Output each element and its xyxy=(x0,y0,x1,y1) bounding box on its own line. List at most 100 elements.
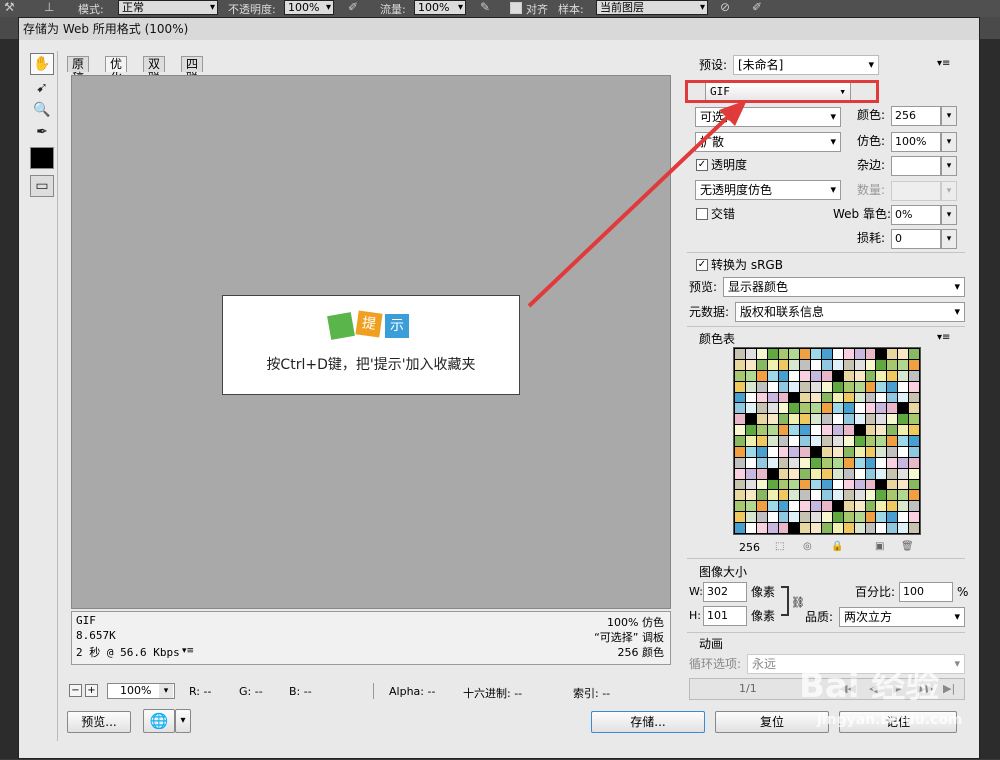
color-swatch[interactable] xyxy=(745,436,756,446)
color-swatch[interactable] xyxy=(854,479,865,490)
width-input[interactable]: 302 xyxy=(703,582,747,602)
color-swatch[interactable] xyxy=(811,479,822,490)
color-swatch[interactable] xyxy=(876,512,887,523)
color-swatch[interactable] xyxy=(822,349,832,359)
color-swatch[interactable] xyxy=(909,359,919,370)
color-swatch[interactable] xyxy=(735,414,745,425)
color-swatch[interactable] xyxy=(898,446,909,457)
web-snap-spin-icon[interactable]: ▾ xyxy=(941,205,957,225)
color-swatch[interactable] xyxy=(800,370,811,381)
color-swatch[interactable] xyxy=(843,457,854,468)
browser-select-arrow-icon[interactable]: ▾ xyxy=(175,709,191,733)
color-swatch[interactable] xyxy=(767,425,778,435)
color-swatch[interactable] xyxy=(811,436,822,446)
color-swatch[interactable] xyxy=(789,501,800,512)
height-input[interactable]: 101 xyxy=(703,606,747,626)
color-swatch[interactable] xyxy=(800,403,811,414)
color-swatch[interactable] xyxy=(756,414,767,425)
color-swatch[interactable] xyxy=(854,523,865,533)
color-swatch[interactable] xyxy=(832,349,843,359)
color-swatch[interactable] xyxy=(735,501,745,512)
color-swatch[interactable] xyxy=(767,512,778,523)
color-swatch[interactable] xyxy=(909,392,919,403)
color-swatch[interactable] xyxy=(778,392,789,403)
color-swatch[interactable] xyxy=(745,349,756,359)
color-swatch[interactable] xyxy=(822,425,832,435)
color-swatch[interactable] xyxy=(843,425,854,435)
slice-select-tool-icon[interactable]: ➹ xyxy=(30,77,54,99)
last-frame-icon[interactable]: ▶| xyxy=(943,682,955,695)
color-swatch[interactable] xyxy=(800,392,811,403)
color-swatch[interactable] xyxy=(767,359,778,370)
color-swatch[interactable] xyxy=(789,403,800,414)
color-table-menu-icon[interactable]: ▾≡ xyxy=(937,332,950,343)
preset-menu-icon[interactable]: ▾≡ xyxy=(937,58,950,69)
color-swatch[interactable] xyxy=(767,501,778,512)
color-swatch[interactable] xyxy=(832,490,843,501)
color-swatch[interactable] xyxy=(854,370,865,381)
color-swatch[interactable] xyxy=(811,457,822,468)
color-swatch[interactable] xyxy=(756,392,767,403)
color-swatch[interactable] xyxy=(778,436,789,446)
color-swatch[interactable] xyxy=(822,370,832,381)
color-swatch[interactable] xyxy=(843,403,854,414)
color-swatch[interactable] xyxy=(854,349,865,359)
color-swatch[interactable] xyxy=(800,468,811,479)
color-swatch[interactable] xyxy=(898,381,909,392)
color-swatch[interactable] xyxy=(756,501,767,512)
color-swatch[interactable] xyxy=(865,512,876,523)
color-swatch[interactable] xyxy=(887,446,898,457)
lock-color-icon[interactable]: 🔒 xyxy=(831,541,843,552)
color-swatch[interactable] xyxy=(735,446,745,457)
ignore-adjustment-icon[interactable]: ⊘ xyxy=(720,0,730,14)
color-swatch[interactable] xyxy=(865,425,876,435)
flow-select[interactable]: 100% xyxy=(414,0,466,15)
zoom-tool-icon[interactable]: 🔍 xyxy=(30,99,54,121)
color-swatch[interactable] xyxy=(843,490,854,501)
color-swatch[interactable] xyxy=(735,349,745,359)
color-swatch[interactable] xyxy=(832,392,843,403)
preview-button[interactable]: 预览... xyxy=(67,711,131,733)
new-color-icon[interactable]: ▣ xyxy=(875,541,884,552)
color-swatch[interactable] xyxy=(735,381,745,392)
color-swatch[interactable] xyxy=(735,359,745,370)
quality-select[interactable]: 两次立方 xyxy=(839,607,965,627)
color-swatch[interactable] xyxy=(789,381,800,392)
color-swatch[interactable] xyxy=(822,359,832,370)
color-swatch[interactable] xyxy=(843,359,854,370)
color-swatch[interactable] xyxy=(843,414,854,425)
color-swatch[interactable] xyxy=(898,349,909,359)
color-swatch[interactable] xyxy=(789,359,800,370)
color-swatch[interactable] xyxy=(745,490,756,501)
color-swatch[interactable] xyxy=(909,403,919,414)
color-swatch[interactable] xyxy=(898,512,909,523)
color-swatch[interactable] xyxy=(832,468,843,479)
color-swatch[interactable] xyxy=(811,468,822,479)
color-swatch[interactable] xyxy=(876,392,887,403)
color-swatch[interactable] xyxy=(800,349,811,359)
color-swatch[interactable] xyxy=(767,523,778,533)
color-swatch[interactable] xyxy=(887,381,898,392)
color-swatch[interactable] xyxy=(854,512,865,523)
color-swatch[interactable] xyxy=(898,523,909,533)
color-swatch[interactable] xyxy=(832,403,843,414)
color-swatch[interactable] xyxy=(898,501,909,512)
opacity-select[interactable]: 100% xyxy=(284,0,334,15)
color-swatch[interactable] xyxy=(756,457,767,468)
color-swatch[interactable] xyxy=(800,359,811,370)
tab-2up[interactable]: 双联 xyxy=(143,56,166,85)
color-swatch[interactable] xyxy=(811,512,822,523)
color-swatch[interactable] xyxy=(811,501,822,512)
color-swatch[interactable] xyxy=(767,403,778,414)
dither-input[interactable]: 100% xyxy=(891,132,941,152)
color-swatch[interactable] xyxy=(789,490,800,501)
color-swatch[interactable] xyxy=(909,436,919,446)
zoom-dropdown-arrow-icon[interactable]: ▾ xyxy=(159,684,173,698)
interlaced-checkbox[interactable] xyxy=(696,208,708,220)
color-swatch[interactable] xyxy=(778,349,789,359)
color-swatch[interactable] xyxy=(832,457,843,468)
color-swatch[interactable] xyxy=(756,349,767,359)
color-swatch[interactable] xyxy=(843,523,854,533)
color-swatch[interactable] xyxy=(909,370,919,381)
transparency-checkbox[interactable]: ✓ xyxy=(696,159,708,171)
